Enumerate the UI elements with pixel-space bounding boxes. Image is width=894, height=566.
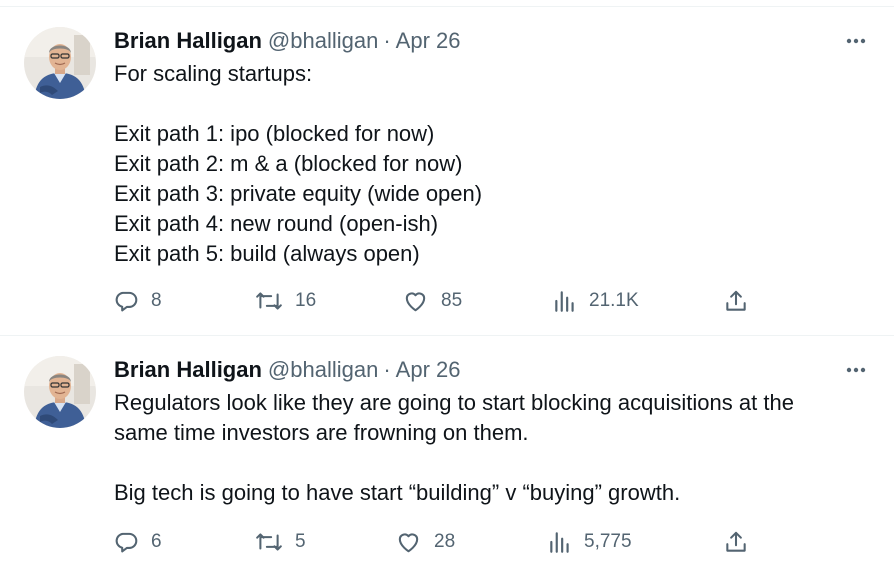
like-count: 28 <box>434 531 456 552</box>
tweet-text-line: Exit path 4: new round (open-ish) <box>114 211 439 236</box>
author-handle[interactable]: @bhalligan <box>268 28 378 54</box>
retweet-button[interactable]: 16 <box>255 286 316 316</box>
avatar-image <box>24 27 96 99</box>
more-button[interactable] <box>844 362 868 378</box>
tweet-text-blank <box>114 89 854 119</box>
tweet-text: Regulators look like they are going to s… <box>114 388 854 508</box>
retweet-count: 5 <box>295 531 306 552</box>
avatar-image <box>24 356 96 428</box>
reply-count: 6 <box>151 531 162 552</box>
tweet-text-line: Big tech is going to have start “buildin… <box>114 480 681 505</box>
tweet-date[interactable]: Apr 26 <box>396 357 461 383</box>
like-button[interactable]: 28 <box>395 527 455 557</box>
tweet-header: Brian Halligan @bhalligan · Apr 26 <box>114 356 461 384</box>
retweet-count: 16 <box>295 290 317 311</box>
author-name[interactable]: Brian Halligan <box>114 357 262 383</box>
tweet-actions: 8 16 85 21.1K <box>0 286 894 316</box>
share-button[interactable] <box>723 286 749 316</box>
tweet-text: For scaling startups: Exit path 1: ipo (… <box>114 59 854 269</box>
tweet-text-blank <box>114 448 854 478</box>
more-button[interactable] <box>844 33 868 49</box>
views-count: 5,775 <box>584 531 632 552</box>
views-button[interactable]: 21.1K <box>553 286 639 316</box>
reply-icon <box>115 291 138 312</box>
views-count: 21.1K <box>589 290 639 311</box>
tweet-header: Brian Halligan @bhalligan · Apr 26 <box>114 27 461 55</box>
tweet-text-line: Exit path 1: ipo (blocked for now) <box>114 121 435 146</box>
reply-button[interactable]: 6 <box>113 527 162 557</box>
tweet-text-line: same time investors are frowning on them… <box>114 420 529 445</box>
author-name[interactable]: Brian Halligan <box>114 28 262 54</box>
avatar[interactable] <box>24 27 96 99</box>
views-button[interactable]: 5,775 <box>548 527 632 557</box>
tweet-text-line: Exit path 5: build (always open) <box>114 241 420 266</box>
avatar[interactable] <box>24 356 96 428</box>
tweet-actions: 6 5 28 5,775 <box>0 527 894 557</box>
share-button[interactable] <box>723 527 749 557</box>
reply-button[interactable]: 8 <box>113 286 162 316</box>
share-icon <box>726 531 746 552</box>
tweet-date[interactable]: Apr 26 <box>396 28 461 54</box>
separator-dot: · <box>383 28 391 53</box>
share-icon <box>726 290 746 311</box>
separator-dot: · <box>383 357 391 382</box>
like-button[interactable]: 85 <box>402 286 462 316</box>
tweet[interactable]: Brian Halligan @bhalligan · Apr 26 For s… <box>0 7 894 335</box>
tweet-text-line: Regulators look like they are going to s… <box>114 390 794 415</box>
views-icon <box>550 532 569 553</box>
timeline: Brian Halligan @bhalligan · Apr 26 For s… <box>0 0 894 566</box>
tweet-text-line: Exit path 3: private equity (wide open) <box>114 181 483 206</box>
retweet-icon <box>256 533 282 551</box>
like-count: 85 <box>441 290 463 311</box>
heart-icon <box>405 292 426 312</box>
tweet[interactable]: Brian Halligan @bhalligan · Apr 26 Regul… <box>0 336 894 566</box>
heart-icon <box>398 533 419 553</box>
more-icon <box>846 38 866 44</box>
author-handle[interactable]: @bhalligan <box>268 357 378 383</box>
tweet-text-line: For scaling startups: <box>114 61 313 86</box>
more-icon <box>846 367 866 373</box>
tweet-text-line: Exit path 2: m & a (blocked for now) <box>114 151 463 176</box>
retweet-button[interactable]: 5 <box>255 527 306 557</box>
views-icon <box>555 291 574 312</box>
reply-count: 8 <box>151 290 162 311</box>
retweet-icon <box>256 292 282 310</box>
reply-icon <box>115 532 138 553</box>
